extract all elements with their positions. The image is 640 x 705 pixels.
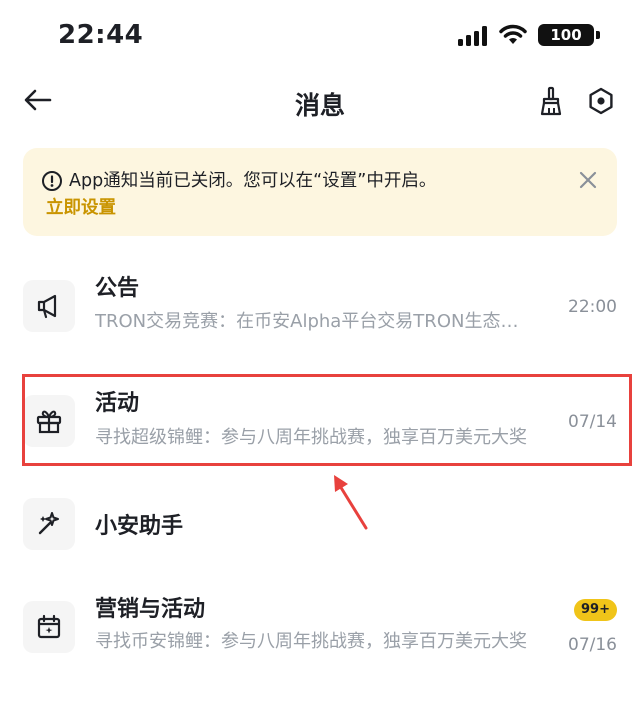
- item-title: 公告: [95, 276, 140, 301]
- notice-text: App通知当前已关闭。您可以在“设置”中开启。: [69, 171, 437, 191]
- calendar-icon: [37, 614, 61, 639]
- unread-badge: 99+: [574, 599, 617, 621]
- info-icon: [42, 171, 62, 191]
- item-time: 22:00: [568, 297, 617, 317]
- highlight-box: [22, 374, 632, 466]
- item-icon-bg: [23, 601, 75, 653]
- mark-all-read-button[interactable]: [536, 86, 566, 116]
- status-time: 22:44: [58, 20, 144, 50]
- item-icon-bg: [23, 498, 75, 550]
- battery-level: 100: [538, 24, 594, 46]
- nav-bar: 消息: [0, 72, 640, 132]
- status-bar: 22:44 100: [0, 0, 640, 72]
- battery-icon: 100: [538, 24, 600, 46]
- item-title: 小安助手: [95, 514, 184, 539]
- enable-now-link[interactable]: 立即设置: [46, 194, 116, 219]
- megaphone-icon: [37, 294, 57, 319]
- sparkle-icon: [38, 512, 59, 535]
- battery-tip: [596, 31, 600, 39]
- item-time: 07/16: [568, 635, 617, 655]
- signal-icon: [458, 26, 487, 46]
- item-subtitle: 寻找币安锦鲤：参与八周年挑战赛，独享百万美元大奖: [95, 631, 527, 652]
- hexagon-settings-icon: [589, 87, 613, 115]
- settings-button[interactable]: [586, 86, 616, 116]
- wifi-icon: [499, 24, 527, 44]
- messages-screen: 22:44 100 消息 App通知当前已关闭。您可以在“设置”中开启。 立即设…: [0, 0, 640, 705]
- close-icon[interactable]: [576, 168, 600, 192]
- item-title: 营销与活动: [95, 597, 206, 622]
- notification-off-banner: App通知当前已关闭。您可以在“设置”中开启。: [23, 148, 617, 236]
- item-icon-bg: [23, 280, 75, 332]
- list-item-marketing[interactable]: 营销与活动 寻找币安锦鲤：参与八周年挑战赛，独享百万美元大奖 99+ 07/16: [23, 573, 617, 683]
- list-item-announcement[interactable]: 公告 TRON交易竞赛：在币安Alpha平台交易TRON生态代币 22:00: [23, 250, 617, 360]
- arrow-annotation-icon: [334, 475, 368, 530]
- item-subtitle: TRON交易竞赛：在币安Alpha平台交易TRON生态代币: [95, 311, 535, 332]
- list-item-assistant[interactable]: 小安助手: [23, 468, 617, 578]
- broom-icon: [540, 86, 562, 116]
